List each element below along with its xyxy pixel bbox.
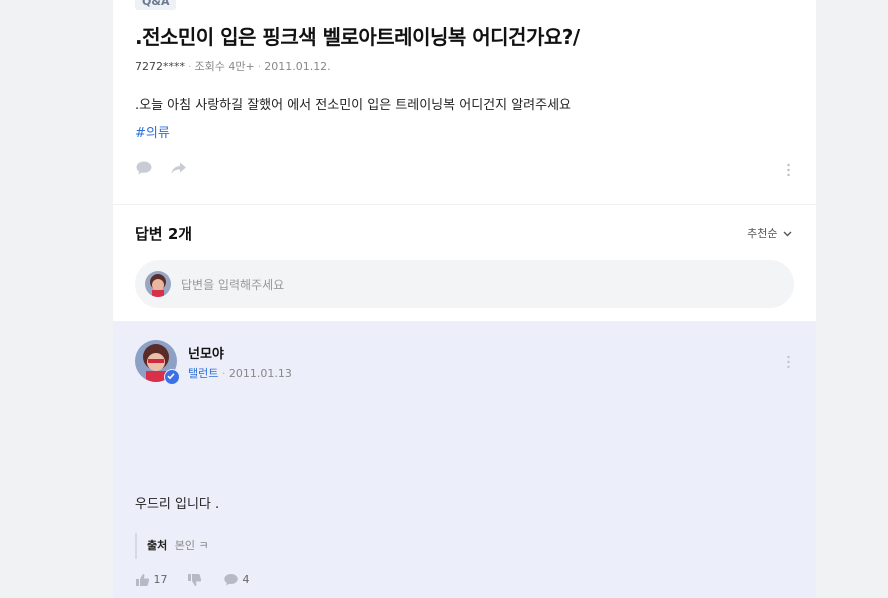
sort-dropdown[interactable]: 추천순 (747, 225, 792, 241)
answerer-role: 탤런트 (188, 367, 219, 380)
dislike-button[interactable] (187, 573, 202, 587)
source-label: 출처 (147, 539, 168, 552)
question-title: .전소민이 입은 핑크색 벨로아트레이닝복 어디건가요?/ (135, 25, 580, 49)
answer-source: 출처 본인 ㅋ (135, 533, 209, 559)
verified-badge-icon (164, 369, 180, 385)
question-tag[interactable]: #의류 (135, 122, 170, 141)
question-meta: 7272**** · 조회수 4만+ · 2011.01.12. (135, 60, 331, 73)
answer-count: 답변 2개 (135, 225, 193, 243)
thumbs-down-icon (188, 574, 202, 586)
question-views: 조회수 4만+ (194, 60, 255, 73)
answerer-name[interactable]: 넌모야 (188, 343, 224, 362)
like-button[interactable]: 17 (135, 573, 168, 587)
source-value: 본인 ㅋ (174, 539, 209, 552)
answer-input[interactable]: 답변을 입력해주세요 (135, 260, 794, 308)
comment-count: 4 (242, 573, 250, 586)
answer-card: 넌모야 탤런트 · 2011.01.13 우드리 입니다 . 출처 본인 ㅋ 1… (113, 321, 816, 598)
sort-label: 추천순 (747, 227, 778, 240)
answer-text: 우드리 입니다 . (135, 497, 220, 512)
answer-date: 2011.01.13 (228, 367, 292, 380)
question-more-icon[interactable] (787, 162, 790, 177)
answer-input-placeholder: 답변을 입력해주세요 (181, 278, 285, 292)
answer-meta: 탤런트 · 2011.01.13 (188, 367, 292, 380)
question-author[interactable]: 7272**** (135, 60, 185, 73)
question-date: 2011.01.12. (264, 60, 331, 73)
section-divider (113, 204, 816, 205)
qa-badge: Q&A (135, 0, 177, 10)
thumbs-up-icon (136, 574, 150, 586)
comment-icon[interactable] (135, 160, 153, 180)
share-icon[interactable] (170, 160, 188, 180)
answer-comment-button[interactable]: 4 (223, 573, 250, 587)
comment-icon (224, 574, 238, 586)
like-count: 17 (153, 573, 168, 586)
answer-more-icon[interactable] (787, 354, 790, 369)
chevron-down-icon (783, 231, 792, 237)
user-avatar (145, 271, 171, 297)
question-body: .오늘 아침 사랑하길 잘했어 에서 전소민이 입은 트레이닝복 어디건지 알려… (135, 98, 572, 113)
qa-page: Q&A .전소민이 입은 핑크색 벨로아트레이닝복 어디건가요?/ 7272**… (113, 0, 816, 598)
